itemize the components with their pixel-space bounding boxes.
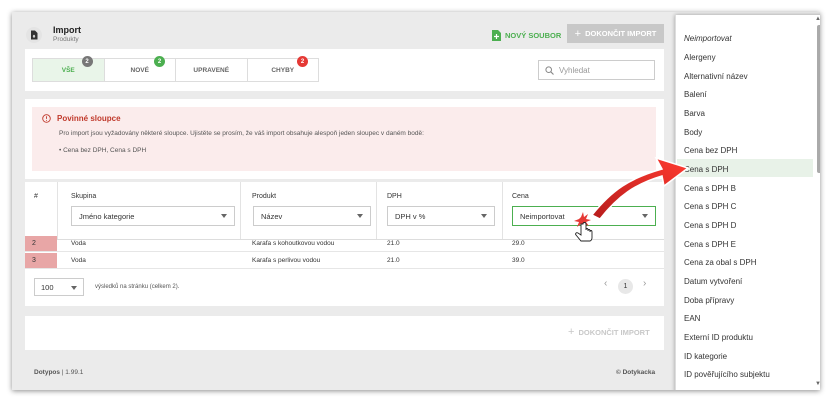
annotation-overlay: [574, 156, 690, 242]
annotation-arrow: [590, 156, 690, 220]
